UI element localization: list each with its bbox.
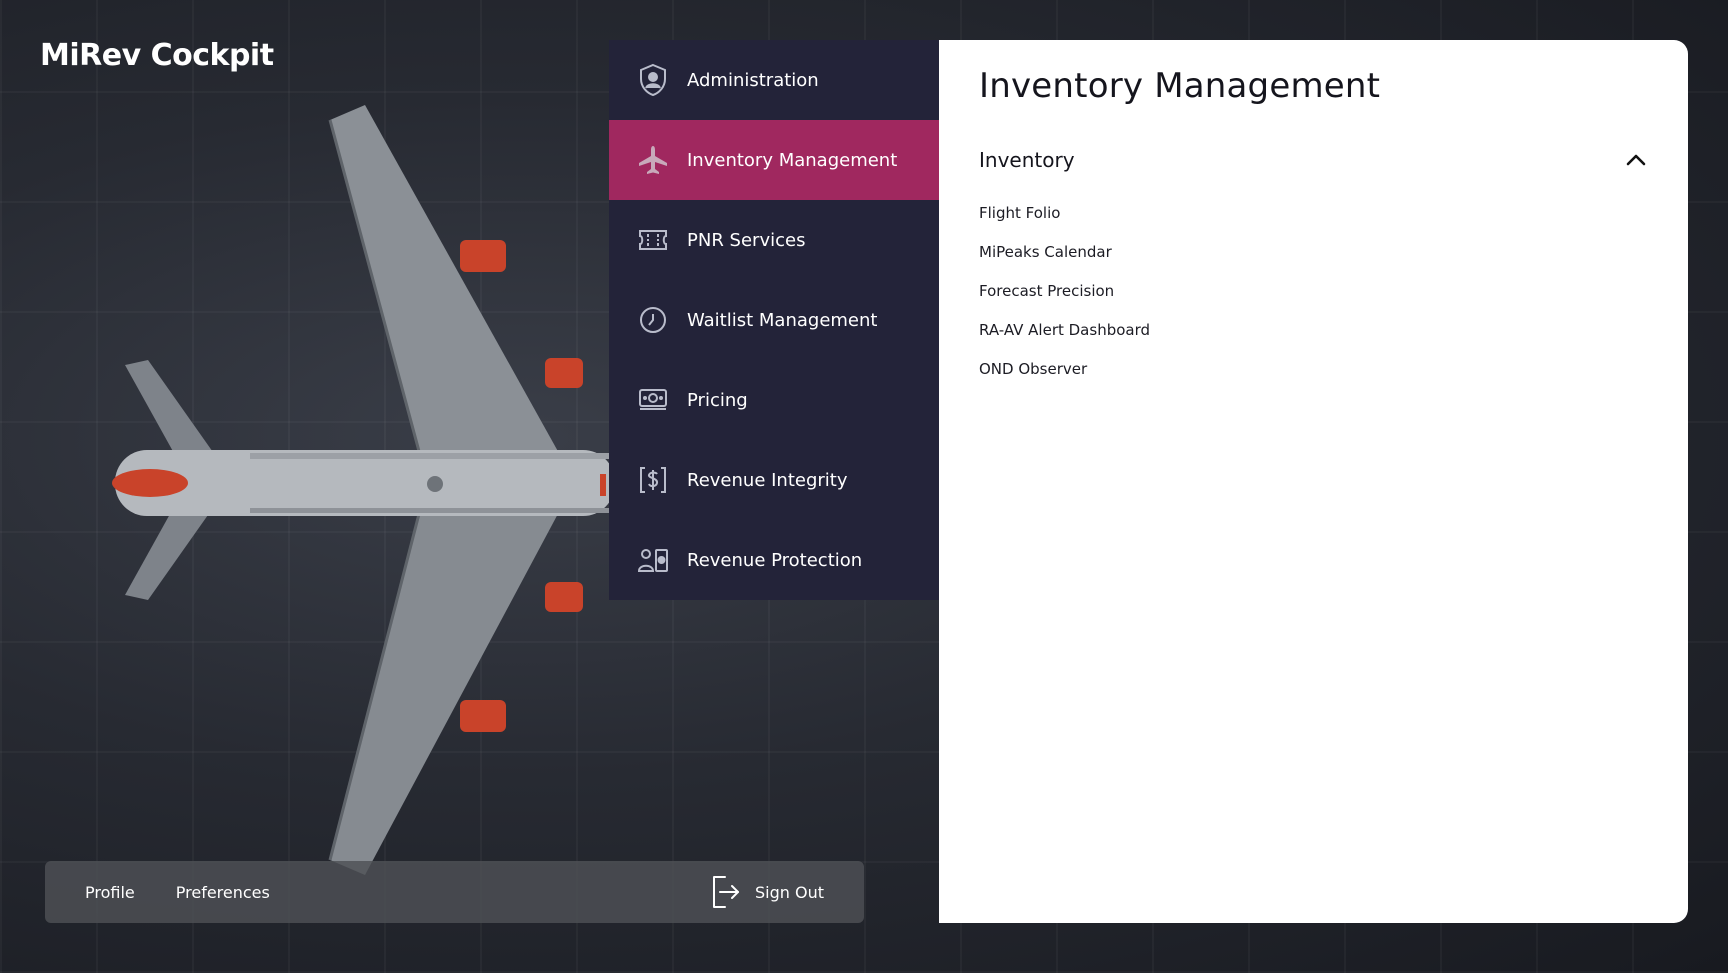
- page-title: Inventory Management: [979, 66, 1381, 106]
- link-forecast-precision[interactable]: Forecast Precision: [979, 272, 1648, 311]
- sign-out-label: Sign Out: [755, 882, 824, 902]
- chevron-up-icon[interactable]: [1624, 148, 1648, 172]
- menu-item-label: Revenue Protection: [687, 549, 863, 571]
- link-ra-av-alert-dashboard[interactable]: RA-AV Alert Dashboard: [979, 311, 1648, 350]
- menu-item-pricing[interactable]: Pricing: [609, 360, 939, 440]
- menu-item-administration[interactable]: Administration: [609, 40, 939, 120]
- menu-item-label: Inventory Management: [687, 149, 898, 171]
- account-bar: Profile Preferences Sign Out: [45, 861, 864, 923]
- menu-item-waitlist-management[interactable]: Waitlist Management: [609, 280, 939, 360]
- inventory-section-toggle[interactable]: Inventory: [979, 142, 1648, 178]
- menu-item-label: Revenue Integrity: [687, 469, 848, 491]
- sign-out-icon: [711, 875, 741, 909]
- user-shield-icon: [637, 544, 669, 576]
- app-title: MiRev Cockpit: [40, 38, 274, 73]
- main-menu: Administration Inventory Management PNR …: [609, 40, 939, 600]
- menu-item-label: Administration: [687, 69, 819, 91]
- ticket-icon: [637, 224, 669, 256]
- sign-out-button[interactable]: Sign Out: [711, 875, 824, 909]
- menu-item-label: Pricing: [687, 389, 748, 411]
- banknote-icon: [637, 384, 669, 416]
- link-ond-observer[interactable]: OND Observer: [979, 350, 1648, 389]
- menu-item-pnr-services[interactable]: PNR Services: [609, 200, 939, 280]
- menu-item-inventory-management[interactable]: Inventory Management: [609, 120, 939, 200]
- menu-item-label: PNR Services: [687, 229, 806, 251]
- section-title: Inventory: [979, 148, 1075, 172]
- link-mipeaks-calendar[interactable]: MiPeaks Calendar: [979, 233, 1648, 272]
- profile-link[interactable]: Profile: [85, 883, 135, 902]
- content-panel: Inventory Management Inventory Flight Fo…: [939, 40, 1688, 923]
- inventory-links: Flight Folio MiPeaks Calendar Forecast P…: [979, 194, 1648, 389]
- link-flight-folio[interactable]: Flight Folio: [979, 194, 1648, 233]
- menu-item-revenue-integrity[interactable]: Revenue Integrity: [609, 440, 939, 520]
- menu-item-label: Waitlist Management: [687, 309, 878, 331]
- menu-item-revenue-protection[interactable]: Revenue Protection: [609, 520, 939, 600]
- shield-user-icon: [637, 63, 669, 97]
- preferences-link[interactable]: Preferences: [176, 883, 270, 902]
- airplane-icon: [637, 144, 669, 176]
- clock-icon: [637, 304, 669, 336]
- dollar-bracket-icon: [637, 464, 669, 496]
